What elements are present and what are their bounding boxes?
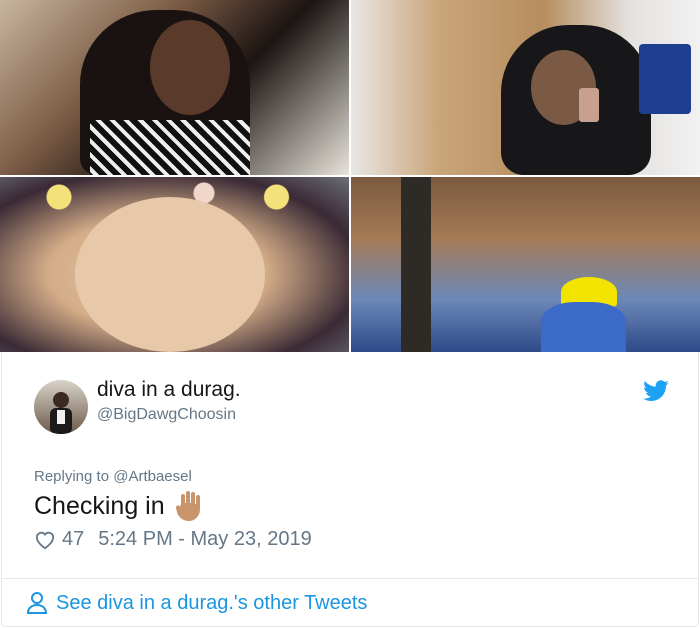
timestamp[interactable]: 5:24 PM - May 23, 2019: [98, 528, 311, 551]
see-other-tweets-link[interactable]: See diva in a durag.'s other Tweets: [26, 591, 367, 615]
twitter-bird-icon[interactable]: [643, 380, 669, 402]
photo-grid: [0, 0, 700, 352]
replying-prefix: Replying to: [34, 468, 114, 485]
tweet-text-content: Checking in: [34, 491, 165, 520]
heart-icon[interactable]: [34, 530, 56, 550]
avatar[interactable]: [34, 380, 88, 434]
display-name[interactable]: diva in a durag.: [97, 378, 241, 402]
replying-to: Replying to @Artbaesel: [34, 468, 192, 485]
photo-1[interactable]: [0, 0, 349, 175]
tweet-meta: 47 5:24 PM - May 23, 2019: [34, 528, 312, 551]
person-icon: [26, 592, 48, 614]
replying-mention[interactable]: @Artbaesel: [113, 468, 192, 485]
photo-4[interactable]: [351, 177, 700, 352]
tweet-text: Checking in: [34, 490, 203, 522]
divider: [2, 578, 698, 579]
photo-3[interactable]: [0, 177, 349, 352]
photo-2[interactable]: [351, 0, 700, 175]
user-handle[interactable]: @BigDawgChoosin: [97, 406, 236, 424]
see-other-tweets-label[interactable]: See diva in a durag.'s other Tweets: [56, 592, 367, 615]
like-count[interactable]: 47: [62, 528, 84, 551]
raised-hand-emoji: [175, 491, 200, 521]
tweet-card[interactable]: diva in a durag. @BigDawgChoosin Replyin…: [1, 352, 699, 627]
